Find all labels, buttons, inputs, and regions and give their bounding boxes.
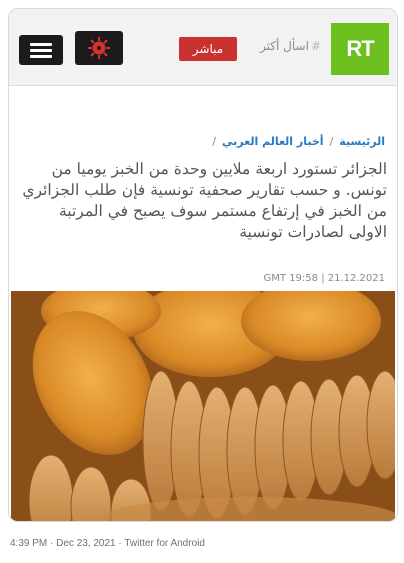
live-button[interactable]: مباشر [179, 37, 237, 61]
rt-logo[interactable]: RT [331, 23, 389, 75]
breadcrumb-separator-trailing: / [212, 135, 217, 148]
breadcrumb-home[interactable]: الرئيسية [339, 135, 385, 148]
coronavirus-button[interactable] [75, 31, 123, 65]
hamburger-menu-icon [30, 43, 52, 46]
ask-more-hash: # [310, 39, 321, 53]
logo-text: RT [346, 36, 374, 61]
menu-button[interactable] [19, 35, 63, 65]
breadcrumb-arab-world[interactable]: أخبار العالم العربي [222, 135, 324, 148]
bread-loaves-image [11, 291, 395, 521]
article-headline: الجزائر تستورد اربعة ملايين وحدة من الخب… [22, 160, 387, 241]
breadcrumb-separator: / [329, 135, 334, 148]
tweet-metadata: 4:39 PM · Dec 23, 2021 · Twitter for And… [10, 538, 205, 549]
coronavirus-icon [88, 37, 110, 59]
site-header: مباشر اسأل أكثر # RT [9, 9, 397, 86]
article-screenshot-card: مباشر اسأل أكثر # RT الرئيسية / أخبار العال… [8, 8, 398, 522]
breadcrumb: الرئيسية / أخبار العالم العربي / [206, 135, 385, 148]
article-dateline: GMT 19:58 | 21.12.2021 [263, 273, 385, 284]
article-photo [11, 291, 395, 521]
live-label: مباشر [192, 42, 224, 56]
ask-more-link[interactable]: اسأل أكثر # [243, 39, 321, 59]
ask-more-label: اسأل أكثر [260, 39, 309, 53]
